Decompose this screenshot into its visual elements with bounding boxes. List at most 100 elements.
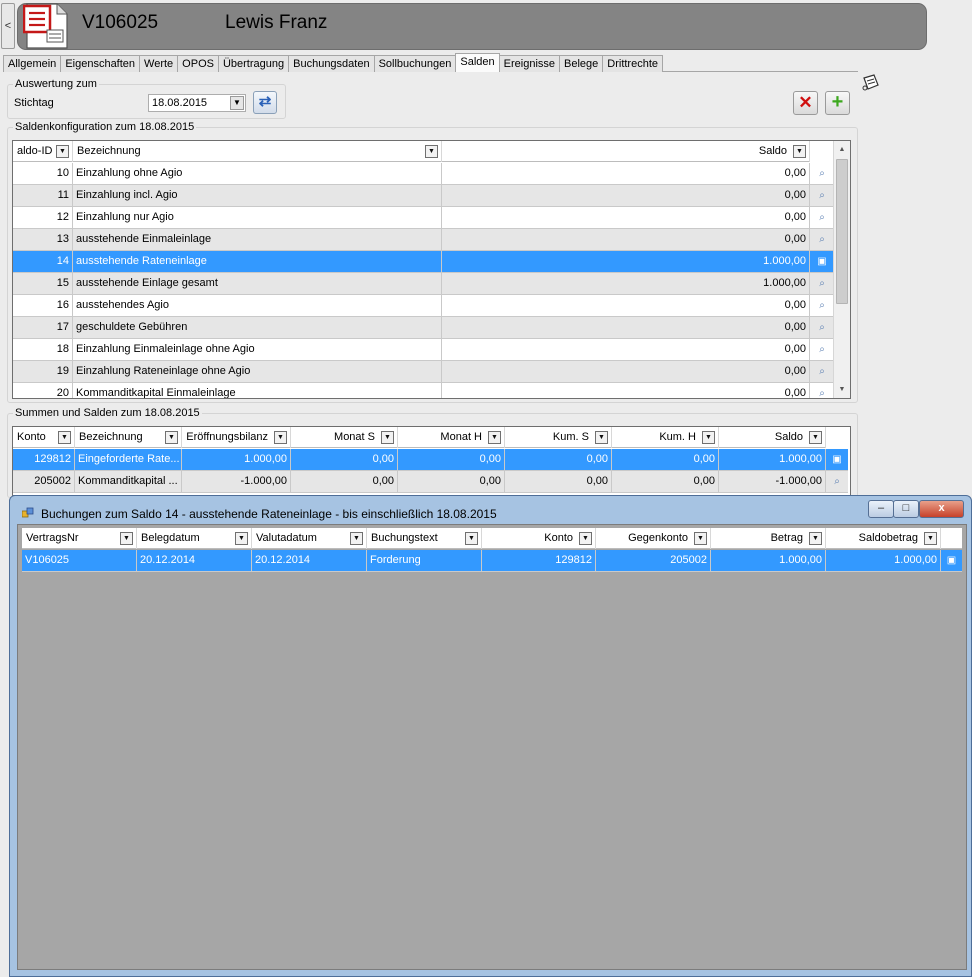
chevron-down-icon[interactable]: ▼	[595, 431, 608, 444]
chevron-down-icon[interactable]: ▼	[120, 532, 133, 545]
table-row[interactable]: 20 Kommanditkapital Einmaleinlage 0,00 ⌕	[13, 383, 834, 398]
chevron-down-icon[interactable]: ▼	[793, 145, 806, 158]
delete-button[interactable]: ✕	[793, 91, 818, 115]
chevron-down-icon[interactable]: ▼	[274, 431, 287, 444]
table-row[interactable]: 17 geschuldete Gebühren 0,00 ⌕	[13, 317, 834, 339]
magnifier-icon[interactable]: ⌕	[810, 295, 834, 316]
table-row[interactable]: 16 ausstehendes Agio 0,00 ⌕	[13, 295, 834, 317]
tab--bertragung[interactable]: Übertragung	[217, 55, 290, 72]
table-row[interactable]: 10 Einzahlung ohne Agio 0,00 ⌕	[13, 163, 834, 185]
chevron-down-icon[interactable]: ▼	[702, 431, 715, 444]
chevron-down-icon[interactable]: ▼	[809, 431, 822, 444]
summen-col-1[interactable]: Bezeichnung ▼	[75, 427, 182, 448]
close-button[interactable]: x	[919, 500, 964, 518]
add-button[interactable]: +	[825, 91, 850, 115]
bezeichnung-cell: Einzahlung incl. Agio	[73, 185, 442, 206]
tab-opos[interactable]: OPOS	[177, 55, 219, 72]
maximize-button[interactable]: □	[893, 500, 919, 518]
buchungen-col-3[interactable]: Buchungstext ▼	[367, 528, 482, 549]
tab-buchungsdaten[interactable]: Buchungsdaten	[288, 55, 375, 72]
tab-sollbuchungen[interactable]: Sollbuchungen	[373, 55, 457, 72]
magnifier-icon[interactable]: ⌕	[826, 471, 848, 492]
tab-eigenschaften[interactable]: Eigenschaften	[60, 55, 141, 72]
chevron-down-icon[interactable]: ▼	[579, 532, 592, 545]
chevron-down-icon[interactable]: ▼	[235, 532, 248, 545]
buchungen-col-4[interactable]: Konto ▼	[482, 528, 596, 549]
magnifier-icon[interactable]: ⌕	[810, 229, 834, 250]
chevron-down-icon[interactable]: ▼	[350, 532, 363, 545]
vertical-scrollbar[interactable]: ▲ ▼	[833, 141, 850, 398]
buchungen-col-7[interactable]: Saldobetrag ▼	[826, 528, 941, 549]
tab-allgemein[interactable]: Allgemein	[3, 55, 62, 72]
tab-werte[interactable]: Werte	[139, 55, 179, 72]
table-row[interactable]: 11 Einzahlung incl. Agio 0,00 ⌕	[13, 185, 834, 207]
buchungen-col-0[interactable]: VertragsNr ▼	[22, 528, 137, 549]
chevron-down-icon[interactable]: ▼	[465, 532, 478, 545]
collapse-button[interactable]: <	[1, 3, 15, 49]
add-icon: +	[831, 91, 844, 113]
chevron-down-icon[interactable]: ▼	[694, 532, 707, 545]
magnifier-icon[interactable]: ⌕	[810, 339, 834, 360]
chevron-down-icon[interactable]: ▼	[56, 145, 69, 158]
magnifier-icon[interactable]: ⌕	[810, 163, 834, 184]
saldenkonfiguration-col-1[interactable]: Bezeichnung ▼	[73, 141, 442, 162]
summen-grid[interactable]: Konto ▼ Bezeichnung ▼ Eröffnungsbilanz ▼ Monat…	[12, 426, 851, 496]
summen-col-0[interactable]: Konto ▼	[13, 427, 75, 448]
saldenkonfiguration-grid[interactable]: aldo-ID ▼ Bezeichnung ▼ Saldo ▼ 10 Einzahlung o…	[12, 140, 851, 399]
tab-drittrechte[interactable]: Drittrechte	[602, 55, 664, 72]
tab-salden[interactable]: Salden	[455, 53, 500, 72]
buchungen-col-2[interactable]: Valutadatum ▼	[252, 528, 367, 549]
summen-col-2[interactable]: Eröffnungsbilanz ▼	[182, 427, 291, 448]
magnifier-icon[interactable]: ⌕	[810, 185, 834, 206]
magnifier-icon[interactable]: ⌕	[810, 317, 834, 338]
table-row[interactable]: 205002 Kommanditkapital ... -1.000,00 0,00 0…	[13, 471, 848, 493]
table-row[interactable]: 13 ausstehende Einmaleinlage 0,00 ⌕	[13, 229, 834, 251]
magnifier-icon[interactable]: ⌕	[810, 273, 834, 294]
saldenkonfiguration-col-0[interactable]: aldo-ID ▼	[13, 141, 73, 162]
chevron-down-icon[interactable]: ▼	[488, 431, 501, 444]
summen-header: Konto ▼ Bezeichnung ▼ Eröffnungsbilanz ▼ Monat…	[13, 427, 826, 448]
summen-col-4[interactable]: Monat H ▼	[398, 427, 505, 448]
magnifier-icon[interactable]: ▣	[810, 251, 834, 272]
magnifier-icon[interactable]: ⌕	[810, 361, 834, 382]
table-row[interactable]: 18 Einzahlung Einmaleinlage ohne Agio 0,00…	[13, 339, 834, 361]
buchungen-col-6[interactable]: Betrag ▼	[711, 528, 826, 549]
table-row[interactable]: V106025 20.12.2014 20.12.2014 Forderung 1298…	[22, 550, 962, 572]
table-row[interactable]: 19 Einzahlung Rateneinlage ohne Agio 0,00 ⌕	[13, 361, 834, 383]
summen-col-6[interactable]: Kum. H ▼	[612, 427, 719, 448]
scroll-down-icon[interactable]: ▼	[834, 381, 850, 398]
chevron-down-icon[interactable]: ▼	[165, 431, 178, 444]
buchungen-col-1[interactable]: Belegdatum ▼	[137, 528, 252, 549]
chevron-down-icon[interactable]: ▼	[230, 96, 244, 110]
minimize-button[interactable]: –	[868, 500, 894, 518]
document-icon[interactable]: ▣	[941, 550, 962, 571]
table-row[interactable]: 15 ausstehende Einlage gesamt 1.000,00 ⌕	[13, 273, 834, 295]
scroll-up-icon[interactable]: ▲	[834, 141, 850, 158]
buchungen-col-5[interactable]: Gegenkonto ▼	[596, 528, 711, 549]
summen-col-3[interactable]: Monat S ▼	[291, 427, 398, 448]
buchungen-grid[interactable]: VertragsNr ▼ Belegdatum ▼ Valutadatum ▼ Buchun…	[22, 528, 962, 966]
summen-col-5[interactable]: Kum. S ▼	[505, 427, 612, 448]
scroll-thumb[interactable]	[836, 159, 848, 304]
chevron-down-icon[interactable]: ▼	[924, 532, 937, 545]
chevron-down-icon[interactable]: ▼	[425, 145, 438, 158]
summen-col-7[interactable]: Saldo ▼	[719, 427, 826, 448]
stichtag-date-picker[interactable]: 18.08.2015 ▼	[148, 94, 246, 112]
table-row[interactable]: 129812 Eingeforderte Rate... 1.000,00 0,00 0…	[13, 449, 848, 471]
note-icon[interactable]	[861, 74, 881, 92]
magnifier-icon[interactable]: ⌕	[810, 383, 834, 398]
magnifier-icon[interactable]: ▣	[826, 449, 848, 470]
chevron-down-icon[interactable]: ▼	[58, 431, 71, 444]
column-label: Kum. H	[659, 431, 696, 443]
chevron-down-icon[interactable]: ▼	[809, 532, 822, 545]
saldo-id-cell: 12	[13, 207, 73, 228]
saldenkonfiguration-col-3[interactable]: Saldo ▼	[442, 141, 810, 162]
tab-ereignisse[interactable]: Ereignisse	[498, 55, 560, 72]
table-row[interactable]: 12 Einzahlung nur Agio 0,00 ⌕	[13, 207, 834, 229]
refresh-button[interactable]: ⇄	[253, 91, 277, 114]
saldo-id-cell: 16	[13, 295, 73, 316]
magnifier-icon[interactable]: ⌕	[810, 207, 834, 228]
table-row[interactable]: 14 ausstehende Rateneinlage 1.000,00 ▣	[13, 251, 834, 273]
chevron-down-icon[interactable]: ▼	[381, 431, 394, 444]
tab-belege[interactable]: Belege	[559, 55, 604, 72]
